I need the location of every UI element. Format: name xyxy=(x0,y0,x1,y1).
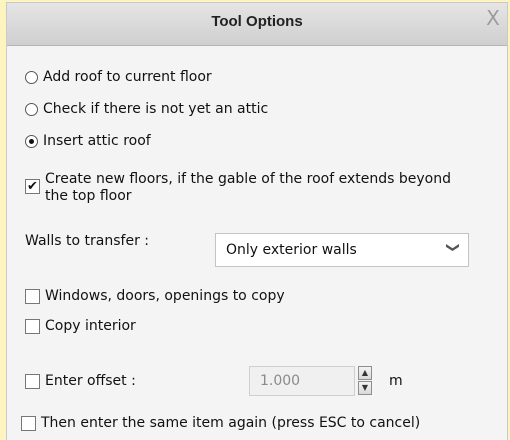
spin-down-icon[interactable]: ▼ xyxy=(358,381,372,395)
checkbox[interactable] xyxy=(25,373,40,389)
window-title: Tool Options xyxy=(211,13,303,30)
radio-label: Insert attic roof xyxy=(43,133,151,149)
checkbox-enter-offset[interactable]: Enter offset : xyxy=(25,373,136,389)
close-icon[interactable]: X xyxy=(483,8,503,28)
check-icon: ✔ xyxy=(27,179,38,194)
checkbox-create-floors[interactable]: ✔ Create new floors, if the gable of the… xyxy=(25,171,495,205)
radio-check-attic[interactable]: Check if there is not yet an attic xyxy=(25,101,268,117)
walls-to-transfer-select[interactable]: Only exterior walls ❯ xyxy=(215,233,469,267)
radio-circle[interactable] xyxy=(25,102,38,116)
offset-value: 1.000 xyxy=(260,373,301,389)
checkbox[interactable] xyxy=(25,318,40,334)
checkbox-repeat[interactable]: Then enter the same item again (press ES… xyxy=(21,415,420,431)
radio-circle-selected[interactable] xyxy=(25,134,38,148)
spin-up-icon[interactable]: ▲ xyxy=(358,366,372,380)
chevron-down-icon: ❯ xyxy=(445,242,461,253)
checkbox-label: Create new floors, if the gable of the r… xyxy=(45,171,451,204)
radio-label: Add roof to current floor xyxy=(43,69,212,85)
checkbox-copy-interior[interactable]: Copy interior xyxy=(25,318,136,334)
title-bar: Tool Options X xyxy=(7,3,507,46)
checkbox-label: Enter offset : xyxy=(45,373,136,389)
radio-circle[interactable] xyxy=(25,70,38,84)
checkbox[interactable] xyxy=(21,415,36,431)
checkbox-label: Copy interior xyxy=(45,318,136,334)
radio-insert-attic-roof[interactable]: Insert attic roof xyxy=(25,133,151,149)
radio-add-roof[interactable]: Add roof to current floor xyxy=(25,69,212,85)
checkbox-windows-copy[interactable]: Windows, doors, openings to copy xyxy=(25,288,285,304)
walls-to-transfer-label: Walls to transfer : xyxy=(25,233,150,249)
radio-label: Check if there is not yet an attic xyxy=(43,101,269,117)
checkbox-checked[interactable]: ✔ xyxy=(25,179,40,194)
checkbox-label: Then enter the same item again (press ES… xyxy=(41,415,421,431)
checkbox[interactable] xyxy=(25,288,40,304)
checkbox-label: Windows, doors, openings to copy xyxy=(45,288,285,304)
offset-unit: m xyxy=(389,373,403,389)
offset-spinner[interactable]: ▲ ▼ xyxy=(358,366,372,396)
offset-input[interactable]: 1.000 xyxy=(249,366,355,396)
tool-options-panel: Tool Options X Add roof to current floor… xyxy=(6,2,508,440)
select-value: Only exterior walls xyxy=(226,242,357,258)
